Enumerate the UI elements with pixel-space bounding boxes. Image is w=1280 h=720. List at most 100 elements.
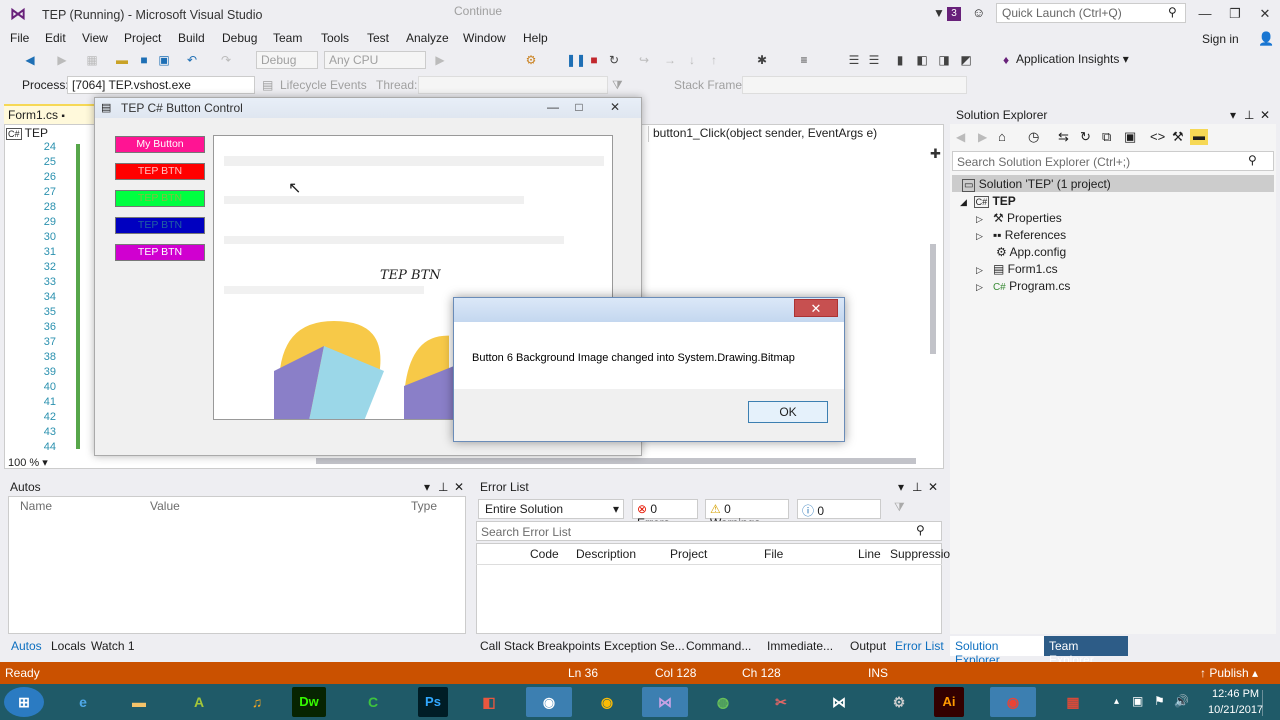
form-button-1[interactable]: My Button [115,136,205,153]
publish-button[interactable]: ↑ Publish ▴ [1200,666,1258,680]
autos-col-name[interactable]: Name [20,499,52,513]
audition-icon[interactable]: ♫ [234,687,280,717]
properties-icon[interactable]: ⚒ [1172,129,1184,145]
dropdown-icon[interactable]: ▾ [1230,108,1236,122]
col-file[interactable]: File [764,547,783,561]
camtasia-icon[interactable]: C [350,687,396,717]
col-code[interactable]: Code [530,547,559,561]
collapsed-icon[interactable]: ▷ [976,265,983,275]
network-icon[interactable]: ▣ [1132,694,1143,708]
tab-output[interactable]: Output [850,639,886,653]
minimize-button[interactable]: — [1192,4,1218,24]
hex-icon[interactable]: ✱ [754,51,770,69]
restart-icon[interactable]: ↻ [606,51,622,69]
forward-icon[interactable]: ▶ [978,130,987,144]
tab-command[interactable]: Command... [686,639,751,653]
user-icon[interactable]: 👤 [1258,31,1274,47]
maximize-button[interactable]: ❐ [1222,4,1248,24]
redo-icon[interactable]: ↷ [218,51,234,69]
show-hidden-icons[interactable]: ▴ [1114,696,1119,707]
process-combo[interactable]: [7064] TEP.vshost.exe [67,76,255,94]
android-studio-icon[interactable]: A [176,687,222,717]
start-button-icon[interactable]: ⊞ [4,687,44,717]
tab-locals[interactable]: Locals [51,639,86,653]
menu-edit[interactable]: Edit [45,31,66,45]
menu-team[interactable]: Team [273,31,302,45]
comment-icon[interactable]: ☰ [846,51,862,69]
menu-window[interactable]: Window [463,31,506,45]
camtasia-recorder-icon[interactable]: ◧ [466,687,512,717]
close-icon[interactable]: ✕ [928,480,938,494]
form-button-2[interactable]: TEP BTN [115,163,205,180]
sign-in-link[interactable]: Sign in [1202,32,1239,46]
message-box-close-button[interactable]: ✕ [794,299,838,317]
back-icon[interactable]: ◀ [956,130,965,144]
notification-flag-icon[interactable]: ▼ [933,6,945,20]
refresh-icon[interactable]: ↻ [1080,129,1091,145]
tab-exception-settings[interactable]: Exception Se... [604,639,685,653]
tab-error-list[interactable]: Error List [895,639,944,653]
split-editor-icon[interactable]: ✚ [930,146,941,162]
pin-icon[interactable]: ▪ [61,111,65,122]
preview-icon[interactable]: ▬ [1190,129,1208,145]
vertical-scrollbar[interactable] [930,244,936,354]
col-suppression[interactable]: Suppressio [890,547,950,561]
lifecycle-events-combo[interactable]: Lifecycle Events [280,78,367,92]
step-into-icon[interactable]: → [662,51,678,69]
collapsed-icon[interactable]: ▷ [976,231,983,241]
file-explorer-icon[interactable]: ▬ [116,687,162,717]
chrome-icon[interactable]: ◉ [584,687,630,717]
tab-call-stack[interactable]: Call Stack [480,639,534,653]
form-close-button[interactable]: ✕ [603,98,627,116]
col-project[interactable]: Project [670,547,707,561]
prev-bookmark-icon[interactable]: ◧ [914,51,930,69]
break-all-icon[interactable]: ❚❚ [566,51,586,69]
illustrator-icon[interactable]: Ai [934,687,964,717]
clear-bookmark-icon[interactable]: ◩ [958,51,974,69]
zoom-level[interactable]: 100 % ▾ [8,456,48,469]
tree-item-references[interactable]: ▷ ▪▪ References [976,228,1066,242]
ok-button[interactable]: OK [748,401,828,423]
form-title-bar[interactable]: ▤ TEP C# Button Control — □ ✕ [95,98,641,118]
dropdown-icon[interactable]: ▾ [898,480,904,494]
quick-launch-input[interactable]: Quick Launch (Ctrl+Q) [996,3,1186,23]
align-icon[interactable]: ≡ [796,51,812,69]
back-icon[interactable]: ◀ [22,51,38,69]
tree-item-project[interactable]: ◢ C# TEP [960,194,1016,208]
tree-item-properties[interactable]: ▷ ⚒ Properties [976,211,1062,225]
globe-icon[interactable]: ◍ [700,687,746,717]
menu-test[interactable]: Test [367,31,389,45]
project-nav-combo[interactable]: C# TEP [6,126,96,142]
col-line[interactable]: Line [858,547,881,561]
step-out-icon[interactable]: ↑ [706,51,722,69]
configuration-combo[interactable]: Debug [256,51,318,69]
sync-icon[interactable]: ⇆ [1058,129,1069,145]
close-icon[interactable]: ✕ [1260,108,1270,122]
open-file-icon[interactable]: ▬ [114,51,130,69]
menu-analyze[interactable]: Analyze [406,31,449,45]
filter-icon[interactable]: ⧩ [894,500,905,515]
clock-time[interactable]: 12:46 PM [1212,688,1259,700]
tab-immediate[interactable]: Immediate... [767,639,833,653]
view-code-icon[interactable]: <> [1150,129,1165,144]
form-button-3[interactable]: TEP BTN [115,190,205,207]
collapsed-icon[interactable]: ▷ [976,282,983,292]
flag-icon[interactable]: ⚑ [1154,694,1165,708]
stop-debugging-icon[interactable]: ■ [586,51,602,69]
visual-studio-icon[interactable]: ⋈ [816,687,862,717]
menu-file[interactable]: File [10,31,29,45]
show-desktop-button[interactable] [1262,690,1276,716]
volume-icon[interactable]: 🔊 [1174,694,1189,708]
attach-icon[interactable]: ⚙ [523,51,539,69]
new-project-icon[interactable]: ▦ [84,51,100,69]
menu-project[interactable]: Project [124,31,161,45]
next-bookmark-icon[interactable]: ◨ [936,51,952,69]
uncomment-icon[interactable]: ☰ [866,51,882,69]
autos-col-type[interactable]: Type [411,499,437,513]
bookmark-icon[interactable]: ▮ [892,51,908,69]
show-all-files-icon[interactable]: ▣ [1124,129,1136,145]
form-button-5[interactable]: TEP BTN [115,244,205,261]
col-description[interactable]: Description [576,547,636,561]
step-over-icon[interactable]: ↓ [684,51,700,69]
tab-autos[interactable]: Autos [11,639,42,653]
